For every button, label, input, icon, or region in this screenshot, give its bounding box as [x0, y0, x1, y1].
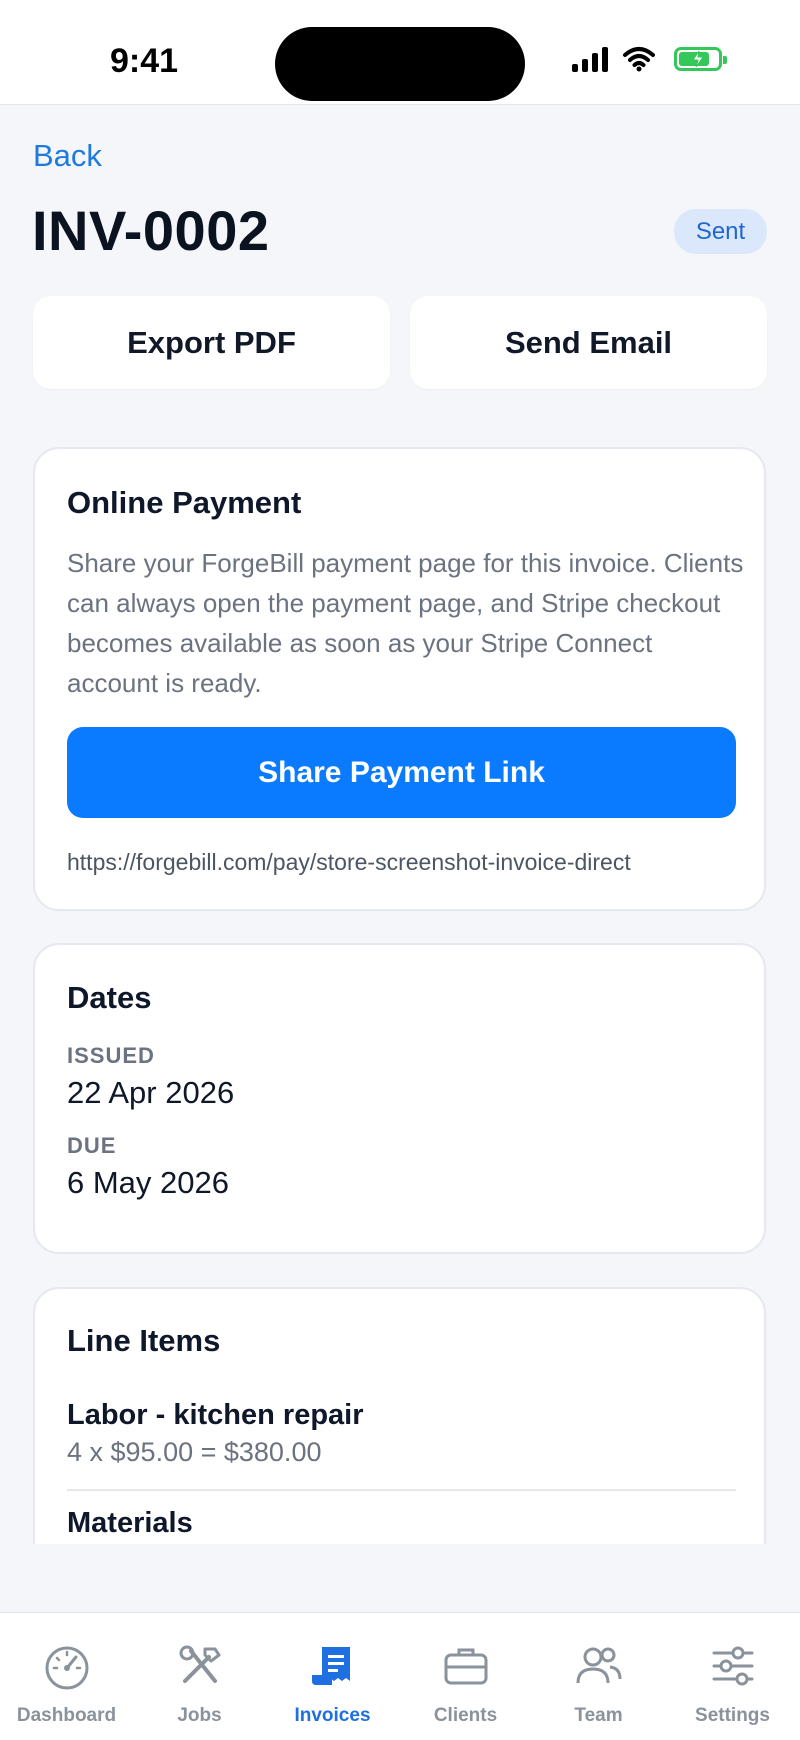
share-payment-link-button[interactable]: Share Payment Link [67, 727, 736, 818]
tab-invoices[interactable]: Invoices [266, 1613, 399, 1740]
line-items-scroll-area[interactable]: Line Items Labor - kitchen repair 4 x $9… [0, 1280, 800, 1544]
line-item-detail: 4 x $95.00 = $380.00 [67, 1437, 322, 1467]
tab-jobs[interactable]: Jobs [133, 1613, 266, 1740]
line-item-divider [67, 1489, 736, 1491]
line-item-name: Materials [67, 1507, 193, 1539]
online-payment-description: Share your ForgeBill payment page for th… [67, 548, 744, 698]
gauge-icon [45, 1646, 89, 1690]
cellular-signal-icon [572, 46, 608, 72]
export-pdf-button[interactable]: Export PDF [33, 296, 390, 389]
briefcase-icon [444, 1648, 488, 1685]
dynamic-island [275, 27, 525, 101]
online-payment-card: Online Payment Share your ForgeBill paym… [33, 447, 766, 911]
battery-charging-icon [674, 47, 727, 71]
tab-dashboard[interactable]: Dashboard [0, 1613, 133, 1740]
line-items-card: Line Items Labor - kitchen repair 4 x $9… [33, 1287, 766, 1544]
back-link[interactable]: Back [33, 138, 102, 174]
tab-bar: Dashboard Jobs Invoices Clients Team Set… [0, 1612, 800, 1740]
sliders-icon [712, 1646, 754, 1686]
status-icons [572, 46, 727, 72]
due-date: 6 May 2026 [67, 1165, 229, 1200]
status-bar: 9:41 [0, 0, 800, 105]
wifi-icon [623, 47, 655, 72]
tools-icon [179, 1645, 221, 1683]
status-time: 9:41 [110, 42, 179, 80]
payment-link-url[interactable]: https://forgebill.com/pay/store-screensh… [67, 849, 631, 876]
issued-label: ISSUED [67, 1043, 155, 1068]
invoice-number-title: INV-0002 [32, 199, 270, 262]
line-items-title: Line Items [67, 1323, 221, 1358]
people-icon [576, 1647, 622, 1684]
online-payment-title: Online Payment [67, 485, 302, 520]
tab-team[interactable]: Team [532, 1613, 665, 1740]
issued-date: 22 Apr 2026 [67, 1075, 235, 1110]
tab-clients[interactable]: Clients [399, 1613, 532, 1740]
dates-card: Dates ISSUED 22 Apr 2026 DUE 6 May 2026 [33, 943, 766, 1254]
status-badge: Sent [674, 209, 767, 254]
due-label: DUE [67, 1133, 117, 1158]
tab-settings[interactable]: Settings [666, 1613, 799, 1740]
line-item-name: Labor - kitchen repair [67, 1399, 364, 1431]
send-email-button[interactable]: Send Email [410, 296, 767, 389]
invoice-icon [312, 1647, 350, 1685]
dates-title: Dates [67, 980, 152, 1015]
